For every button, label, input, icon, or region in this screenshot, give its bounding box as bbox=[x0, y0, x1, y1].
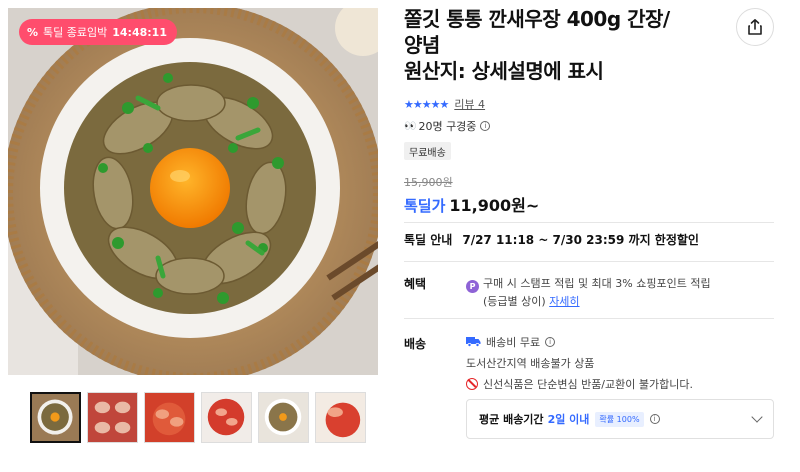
deal-timer-badge: % 톡딜 종료임박 14:48:11 bbox=[19, 19, 177, 45]
thumbnail[interactable] bbox=[144, 392, 195, 443]
avg-delivery-value: 2일 이내 bbox=[547, 413, 590, 426]
average-delivery-dropdown[interactable]: 평균 배송기간 2일 이내 확률 100% i bbox=[466, 399, 774, 439]
star-rating-icon: ★★★★★ bbox=[404, 97, 449, 111]
thumbnail-strip bbox=[30, 392, 366, 443]
product-photo bbox=[8, 8, 378, 375]
benefit-note: (등급별 상이) bbox=[483, 295, 546, 308]
info-icon[interactable]: i bbox=[480, 121, 491, 131]
original-price: 15,900원 bbox=[404, 176, 453, 189]
title-line: 원산지: 상세설명에 표시 bbox=[404, 59, 604, 83]
thumbnail[interactable] bbox=[315, 392, 366, 443]
shipping-label: 배송 bbox=[404, 337, 427, 351]
divider bbox=[404, 261, 774, 262]
title-line: 양념 bbox=[404, 33, 440, 57]
avg-delivery-label: 평균 배송기간 bbox=[479, 413, 544, 426]
eyes-icon: 👀 bbox=[404, 120, 417, 132]
free-shipping-tag: 무료배송 bbox=[404, 142, 451, 160]
deal-period: 7/27 11:18 ~ 7/30 23:59 까지 한정할인 bbox=[462, 233, 699, 247]
thumbnail[interactable] bbox=[201, 392, 252, 443]
truck-icon bbox=[466, 337, 481, 347]
thumbnail[interactable] bbox=[258, 392, 309, 443]
point-icon: P bbox=[466, 280, 479, 293]
title-line: 쫄깃 통통 깐새우장 400g 간장/ bbox=[404, 7, 670, 31]
shipping-fee: 배송비 무료 bbox=[486, 335, 541, 349]
benefit-label: 혜택 bbox=[404, 277, 427, 291]
probability-badge: 확률 100% bbox=[595, 411, 644, 427]
benefit-content: P 구매 시 스탬프 적립 및 최대 3% 쇼핑포인트 적립 (등급별 상이) 자… bbox=[466, 275, 776, 310]
price-prefix: 톡딜가 bbox=[404, 197, 446, 215]
shipping-fee-row: 배송비 무료 i bbox=[466, 333, 693, 350]
no-return-icon bbox=[466, 377, 478, 390]
deal-label: 톡딜 안내 bbox=[404, 233, 453, 247]
thumbnail[interactable] bbox=[30, 392, 81, 443]
chevron-down-icon bbox=[751, 411, 763, 423]
viewers-row: 👀 20명 구경중 i bbox=[404, 118, 491, 134]
shipping-notice-row: 신선식품은 단순변심 반품/교환이 불가합니다. bbox=[466, 375, 693, 392]
benefit-line: 구매 시 스탬프 적립 및 최대 3% 쇼핑포인트 적립 bbox=[483, 277, 711, 290]
sale-price: 11,900원~ bbox=[449, 196, 540, 215]
viewers-count: 20명 구경중 bbox=[418, 120, 477, 133]
shipping-restriction: 도서산간지역 배송불가 상품 bbox=[466, 356, 595, 370]
benefit-detail-link[interactable]: 자세히 bbox=[549, 295, 579, 308]
product-title: 쫄깃 통통 깐새우장 400g 간장/ 양념 원산지: 상세설명에 표시 bbox=[404, 6, 724, 84]
info-icon[interactable]: i bbox=[649, 414, 660, 424]
divider bbox=[404, 318, 774, 319]
review-count-link[interactable]: 리뷰 4 bbox=[454, 96, 485, 112]
share-button[interactable] bbox=[736, 8, 774, 46]
rating-row: ★★★★★ 리뷰 4 bbox=[404, 96, 485, 112]
timer-label: 톡딜 종료임박 bbox=[43, 26, 108, 39]
share-icon bbox=[748, 19, 762, 35]
thumbnail[interactable] bbox=[87, 392, 138, 443]
percent-icon: % bbox=[27, 25, 39, 39]
main-product-image[interactable]: % 톡딜 종료임박 14:48:11 bbox=[8, 8, 378, 375]
price-row: 톡딜가 11,900원~ bbox=[404, 192, 539, 216]
timer-time: 14:48:11 bbox=[112, 25, 167, 39]
divider bbox=[404, 222, 774, 223]
deal-info-row: 톡딜 안내 7/27 11:18 ~ 7/30 23:59 까지 한정할인 bbox=[404, 231, 699, 248]
info-icon[interactable]: i bbox=[545, 336, 556, 347]
product-info: 쫄깃 통통 깐새우장 400g 간장/ 양념 원산지: 상세설명에 표시 bbox=[404, 6, 780, 84]
shipping-content: 배송비 무료 i 도서산간지역 배송불가 상품 신선식품은 단순변심 반품/교환… bbox=[466, 333, 693, 392]
shipping-notice: 신선식품은 단순변심 반품/교환이 불가합니다. bbox=[483, 377, 693, 391]
